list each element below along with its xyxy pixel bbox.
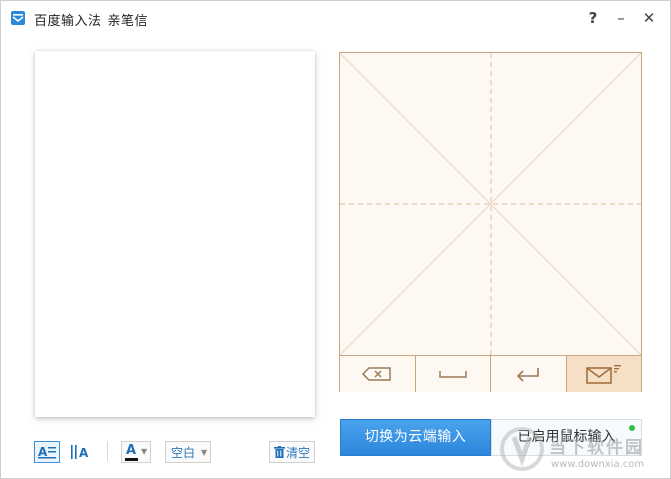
background-label: 空白 bbox=[171, 446, 196, 460]
text-color-icon: A bbox=[126, 443, 137, 458]
pad-guide-lines bbox=[340, 53, 641, 355]
close-button[interactable]: ✕ bbox=[639, 9, 659, 27]
toolbar-divider bbox=[107, 441, 108, 461]
window-title: 百度输入法 亲笔信 bbox=[34, 10, 148, 29]
backspace-icon bbox=[362, 367, 391, 381]
vertical-layout-button[interactable]: A bbox=[67, 441, 93, 463]
dropdown-arrow-icon: ▼ bbox=[141, 447, 148, 456]
enter-button[interactable] bbox=[491, 356, 567, 392]
help-button[interactable]: ? bbox=[583, 9, 603, 27]
background-dropdown[interactable]: 空白 ▼ bbox=[165, 441, 211, 463]
text-color-dropdown[interactable]: A ▼ bbox=[121, 441, 151, 463]
envelope-icon bbox=[585, 365, 621, 384]
switch-to-cloud-input-button[interactable]: 切换为云端输入 bbox=[340, 419, 491, 456]
baidu-ime-logo-icon bbox=[10, 10, 26, 26]
horizontal-text-icon: A bbox=[38, 445, 56, 459]
handwriting-pad[interactable] bbox=[339, 52, 642, 392]
svg-text:A: A bbox=[79, 446, 89, 460]
space-icon bbox=[439, 371, 467, 378]
backspace-button[interactable] bbox=[340, 356, 416, 392]
watermark-url: www.downxia.com bbox=[551, 459, 645, 470]
dropdown-arrow-icon: ▼ bbox=[201, 448, 208, 457]
title-bar: 百度输入法 亲笔信 ? – ✕ bbox=[1, 1, 670, 35]
app-window: 百度输入法 亲笔信 ? – ✕ A A A ▼ 空白 ▼ 清空 切换为云端输入 … bbox=[0, 0, 671, 479]
feature-name: 亲笔信 bbox=[107, 14, 149, 29]
vertical-text-icon: A bbox=[71, 445, 89, 460]
enter-icon bbox=[517, 368, 540, 382]
trash-icon bbox=[274, 446, 285, 458]
send-letter-button[interactable] bbox=[566, 356, 641, 392]
space-button[interactable] bbox=[415, 356, 491, 392]
letter-preview-paper[interactable] bbox=[35, 51, 315, 417]
pad-button-row bbox=[340, 355, 641, 392]
minimize-button[interactable]: – bbox=[611, 9, 631, 27]
horizontal-layout-button[interactable]: A bbox=[34, 441, 60, 463]
svg-text:A: A bbox=[38, 445, 48, 459]
status-indicator-dot bbox=[629, 425, 635, 431]
clear-button[interactable]: 清空 bbox=[269, 441, 315, 463]
mouse-input-toggle-button[interactable]: 已启用鼠标输入 bbox=[491, 419, 642, 456]
text-color-swatch bbox=[125, 458, 138, 461]
app-name: 百度输入法 bbox=[34, 14, 102, 29]
clear-label: 清空 bbox=[286, 446, 311, 460]
